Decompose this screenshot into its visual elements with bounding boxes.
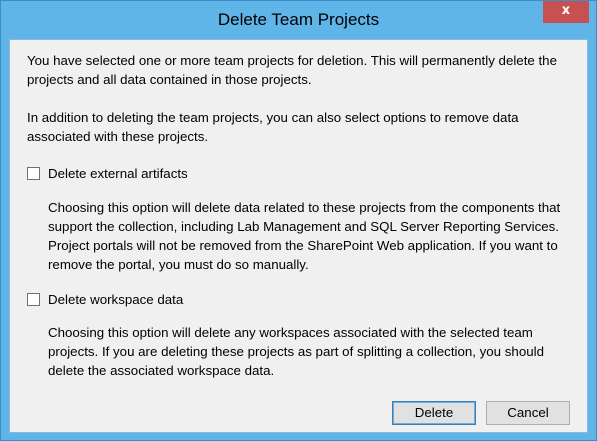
title-bar[interactable]: Delete Team Projects x bbox=[1, 1, 596, 39]
dialog-window: Delete Team Projects x You have selected… bbox=[0, 0, 597, 441]
dialog-title: Delete Team Projects bbox=[217, 10, 380, 29]
delete-button[interactable]: Delete bbox=[392, 401, 476, 425]
close-button[interactable]: x bbox=[543, 1, 589, 23]
cancel-button[interactable]: Cancel bbox=[486, 401, 570, 425]
intro-paragraph: You have selected one or more team proje… bbox=[27, 53, 557, 87]
delete-external-artifacts-description: Choosing this option will delete data re… bbox=[48, 200, 561, 272]
options-paragraph: In addition to deleting the team project… bbox=[27, 110, 519, 144]
delete-workspace-data-option[interactable]: Delete workspace data bbox=[27, 290, 183, 309]
dialog-body: You have selected one or more team proje… bbox=[9, 39, 588, 433]
delete-workspace-data-description: Choosing this option will delete any wor… bbox=[48, 325, 544, 378]
delete-external-artifacts-checkbox[interactable] bbox=[27, 167, 40, 180]
close-icon: x bbox=[561, 3, 571, 18]
delete-external-artifacts-option[interactable]: Delete external artifacts bbox=[27, 164, 188, 183]
delete-external-artifacts-label[interactable]: Delete external artifacts bbox=[48, 166, 188, 181]
delete-workspace-data-label[interactable]: Delete workspace data bbox=[48, 292, 183, 307]
delete-workspace-data-checkbox[interactable] bbox=[27, 293, 40, 306]
